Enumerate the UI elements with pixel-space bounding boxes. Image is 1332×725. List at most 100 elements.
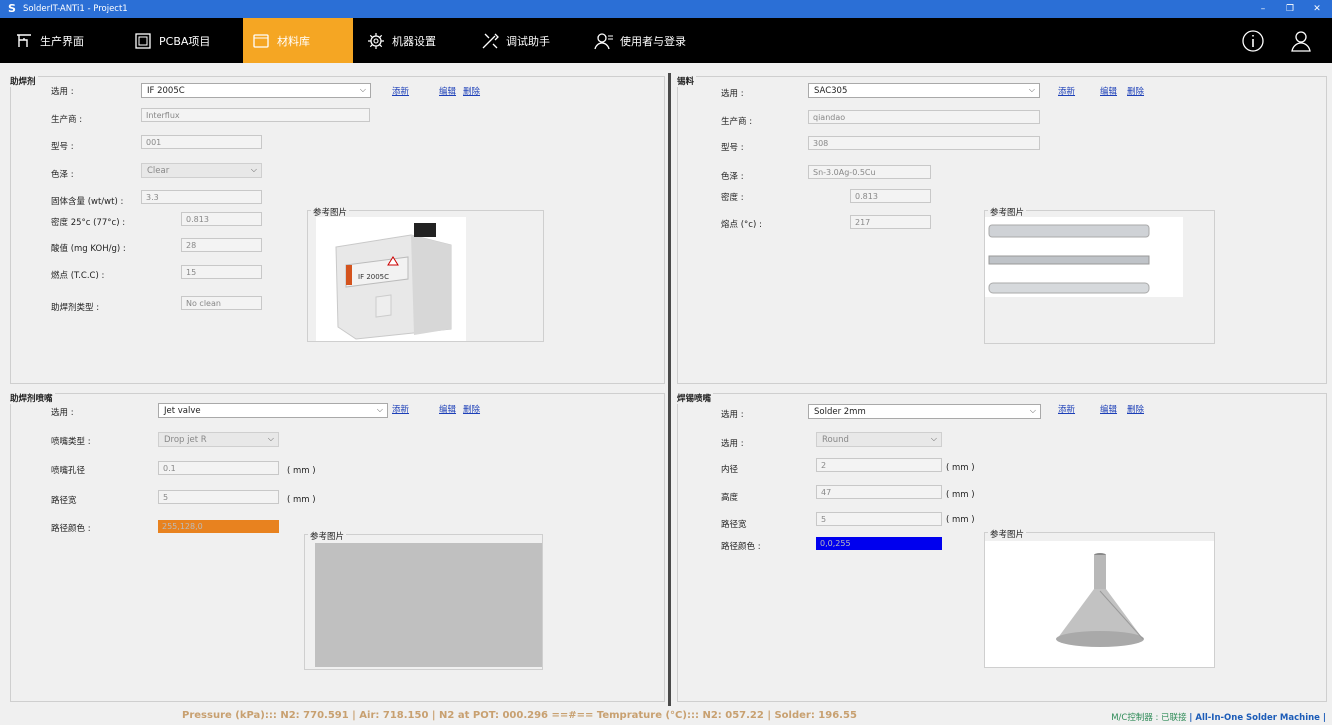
solder-nozzle-add-link[interactable]: 添新 <box>1058 403 1075 415</box>
tools-icon <box>480 31 500 51</box>
solder-nozzle-select-value: Solder 2mm <box>814 407 866 417</box>
flux-select-dropdown[interactable]: IF 2005C ⌵ <box>141 83 371 98</box>
solder-nozzle-select-label: 选用 : <box>721 410 744 420</box>
menu-item-debug-assistant[interactable]: 调试助手 <box>480 18 580 63</box>
menu-label: PCBA项目 <box>159 34 211 48</box>
flux-flash-field[interactable]: 15 <box>181 265 262 279</box>
flux-nozzle-add-link[interactable]: 添新 <box>392 403 409 415</box>
solder-nozzle-shape-label: 选用 : <box>721 439 744 449</box>
close-button[interactable]: ✕ <box>1302 0 1332 18</box>
menu-item-material-library[interactable]: 材料库 <box>243 18 353 63</box>
chevron-down-icon: ⌵ <box>1028 85 1035 94</box>
solder-nozzle-path-color-swatch[interactable]: 0,0,255 <box>816 537 942 550</box>
flux-nozzle-select-dropdown[interactable]: Jet valve ⌵ <box>158 403 388 418</box>
flux-color-dropdown[interactable]: Clear ⌵ <box>141 163 262 178</box>
flux-nozzle-path-width-field[interactable]: 5 <box>158 490 279 504</box>
solder-density-label: 密度 : <box>721 193 744 203</box>
flux-panel: 助焊剂 选用 : IF 2005C ⌵ 添新 编辑 删除 生产商 : Inter… <box>10 75 665 384</box>
app-logo-icon: S <box>8 2 16 15</box>
user-icon[interactable] <box>1288 28 1314 54</box>
solder-nozzle-shape-value: Round <box>822 435 849 445</box>
panel-divider[interactable] <box>668 73 671 706</box>
solder-nozzle-height-label: 高度 <box>721 493 739 503</box>
solder-delete-link[interactable]: 删除 <box>1127 85 1144 97</box>
flux-nozzle-edit-link[interactable]: 编辑 <box>439 403 456 415</box>
solder-select-value: SAC305 <box>814 86 848 96</box>
chevron-down-icon: ⌵ <box>250 165 257 174</box>
solder-select-label: 选用 : <box>721 89 744 99</box>
flux-nozzle-hole-label: 喷嘴孔径 <box>51 466 86 476</box>
solder-nozzle-shape-dropdown[interactable]: Round ⌵ <box>816 432 942 447</box>
solder-nozzle-delete-link[interactable]: 删除 <box>1127 403 1144 415</box>
menu-item-pcba[interactable]: PCBA项目 <box>133 18 233 63</box>
flux-nozzle-type-dropdown[interactable]: Drop jet R ⌵ <box>158 432 279 447</box>
solder-nozzle-path-width-label: 路径宽 <box>721 520 747 530</box>
flux-reference-image-box: 参考图片 IF 2005C <box>307 206 544 342</box>
flux-acid-field[interactable]: 28 <box>181 238 262 252</box>
menu-label: 材料库 <box>277 34 310 48</box>
flux-add-link[interactable]: 添新 <box>392 85 409 97</box>
solder-nozzle-inner-label: 内径 <box>721 465 739 475</box>
flux-acid-label: 酸值 (mg KOH/g) : <box>51 244 126 254</box>
material-library-content: 助焊剂 选用 : IF 2005C ⌵ 添新 编辑 删除 生产商 : Inter… <box>0 63 1332 708</box>
user-login-icon <box>594 31 614 51</box>
status-bar: Pressure (kPa)::: N2: 770.591 | Air: 718… <box>0 708 1332 725</box>
solder-nozzle-height-field[interactable]: 47 <box>816 485 942 499</box>
solder-color-field[interactable]: Sn-3.0Ag-0.5Cu <box>808 165 931 179</box>
menu-item-user-login[interactable]: 使用者与登录 <box>594 18 714 63</box>
flux-nozzle-panel-title: 助焊剂喷嘴 <box>10 392 55 404</box>
flux-solid-field[interactable]: 3.3 <box>141 190 262 204</box>
solder-bar-image <box>985 217 1183 297</box>
solder-nozzle-reference-image-box: 参考图片 <box>984 528 1215 668</box>
solder-nozzle-path-width-field[interactable]: 5 <box>816 512 942 526</box>
flux-density-label: 密度 25°c (77°c) : <box>51 218 126 228</box>
solder-model-field[interactable]: 308 <box>808 136 1040 150</box>
flux-select-value: IF 2005C <box>147 86 185 96</box>
solder-density-field[interactable]: 0.813 <box>850 189 931 203</box>
flux-nozzle-reference-image-box: 参考图片 <box>304 530 543 670</box>
flux-manufacturer-label: 生产商 : <box>51 115 83 125</box>
minimize-button[interactable]: – <box>1248 0 1278 18</box>
solder-nozzle-edit-link[interactable]: 编辑 <box>1100 403 1117 415</box>
flux-nozzle-hole-unit: ( mm ) <box>287 466 316 476</box>
flux-type-field[interactable]: No clean <box>181 296 262 310</box>
flux-model-field[interactable]: 001 <box>141 135 262 149</box>
flux-nozzle-hole-field[interactable]: 0.1 <box>158 461 279 475</box>
pcba-icon <box>133 31 153 51</box>
solder-select-dropdown[interactable]: SAC305 ⌵ <box>808 83 1040 98</box>
main-menu-bar: 生产界面 PCBA项目 材料库 机器设置 调试助手 使用者与登录 <box>0 18 1332 63</box>
flux-nozzle-path-color-swatch[interactable]: 255,128,0 <box>158 520 279 533</box>
solder-nozzle-height-unit: ( mm ) <box>946 490 975 500</box>
flux-edit-link[interactable]: 编辑 <box>439 85 456 97</box>
title-bar: S SolderIT-ANTi1 - Project1 – ❐ ✕ <box>0 0 1332 18</box>
solder-edit-link[interactable]: 编辑 <box>1100 85 1117 97</box>
flux-manufacturer-field[interactable]: Interflux <box>141 108 370 122</box>
window-title: SolderIT-ANTi1 - Project1 <box>23 4 128 14</box>
flux-type-label: 助焊剂类型 : <box>51 303 100 313</box>
flux-delete-link[interactable]: 删除 <box>463 85 480 97</box>
flux-color-value: Clear <box>147 166 170 176</box>
flux-density-field[interactable]: 0.813 <box>181 212 262 226</box>
solder-model-label: 型号 : <box>721 143 744 153</box>
solder-melt-label: 熔点 (°c) : <box>721 220 762 230</box>
solder-nozzle-panel: 焊锡喷嘴 选用 : Solder 2mm ⌵ 添新 编辑 删除 选用 : Rou… <box>677 392 1327 702</box>
gear-icon <box>366 31 386 51</box>
restore-button[interactable]: ❐ <box>1275 0 1305 18</box>
solder-reference-image-box: 参考图片 <box>984 206 1215 344</box>
solder-nozzle-inner-unit: ( mm ) <box>946 463 975 473</box>
menu-label: 调试助手 <box>506 34 550 48</box>
info-icon[interactable] <box>1240 28 1266 54</box>
solder-manufacturer-label: 生产商 : <box>721 117 753 127</box>
solder-panel-title: 锡料 <box>677 75 697 87</box>
solder-nozzle-image <box>985 541 1214 667</box>
flux-nozzle-delete-link[interactable]: 删除 <box>463 403 480 415</box>
menu-item-machine-settings[interactable]: 机器设置 <box>366 18 466 63</box>
solder-melt-field[interactable]: 217 <box>850 215 931 229</box>
flux-flash-label: 燃点 (T.C.C) : <box>51 271 105 281</box>
solder-add-link[interactable]: 添新 <box>1058 85 1075 97</box>
solder-manufacturer-field[interactable]: qiandao <box>808 110 1040 124</box>
solder-nozzle-select-dropdown[interactable]: Solder 2mm ⌵ <box>808 404 1041 419</box>
solder-nozzle-inner-field[interactable]: 2 <box>816 458 942 472</box>
menu-item-production[interactable]: 生产界面 <box>14 18 114 63</box>
production-icon <box>14 31 34 51</box>
